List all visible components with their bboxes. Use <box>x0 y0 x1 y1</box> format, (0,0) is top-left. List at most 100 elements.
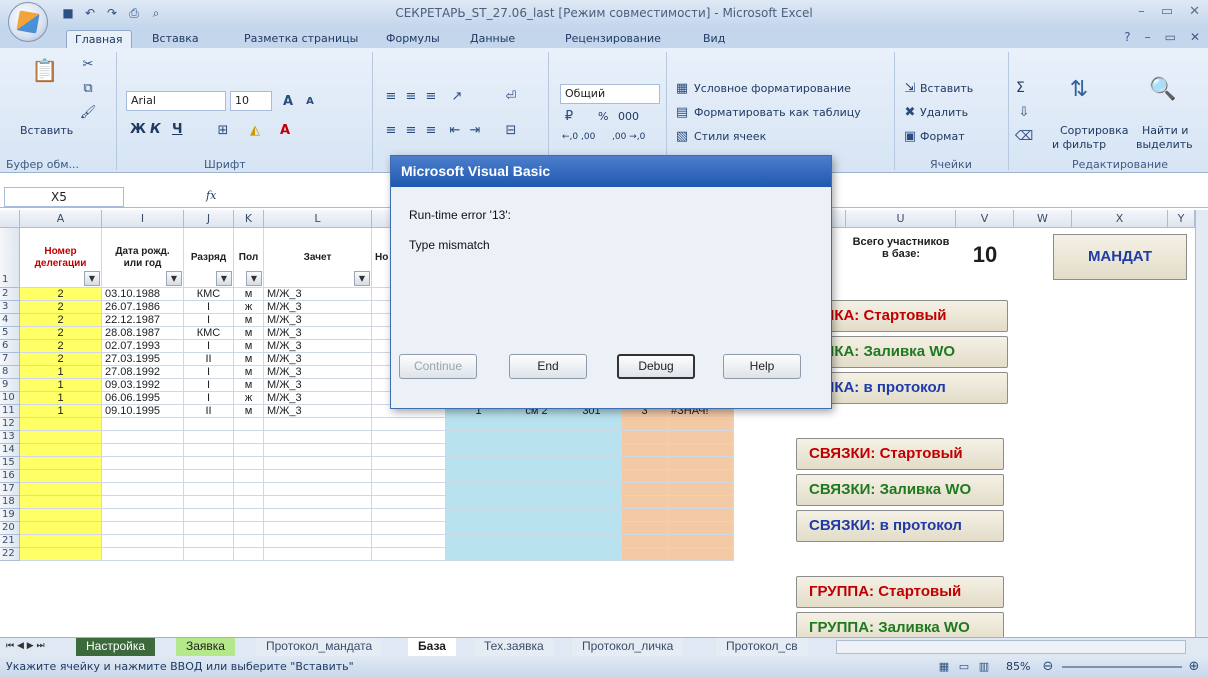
table-cell[interactable] <box>446 496 512 509</box>
table-cell[interactable] <box>184 548 234 561</box>
table-cell[interactable]: М/Ж_3 <box>264 301 372 314</box>
table-cell[interactable]: КМС <box>184 327 234 340</box>
table-cell[interactable] <box>562 457 622 470</box>
row-header[interactable]: 7 <box>0 353 20 366</box>
table-cell[interactable]: 2 <box>20 327 102 340</box>
zoom-in-icon[interactable]: ⊕ <box>1186 659 1202 674</box>
column-header[interactable]: W <box>1014 210 1072 228</box>
find-button[interactable]: Найти и <box>1142 124 1188 137</box>
row-header[interactable]: 14 <box>0 444 20 457</box>
font-size-combo[interactable]: 10 <box>230 91 272 111</box>
table-cell[interactable] <box>264 457 372 470</box>
format-cells-icon[interactable]: ▣ <box>902 128 918 144</box>
table-cell[interactable] <box>20 496 102 509</box>
table-cell[interactable] <box>512 483 562 496</box>
table-cell[interactable] <box>622 548 668 561</box>
table-cell[interactable] <box>668 509 734 522</box>
table-cell[interactable]: 1 <box>20 405 102 418</box>
table-cell[interactable]: 09.10.1995 <box>102 405 184 418</box>
help-button[interactable]: Help <box>723 354 801 379</box>
table-cell[interactable] <box>184 483 234 496</box>
indent-decrease-icon[interactable]: ⇤ <box>446 122 464 138</box>
sheet-tab-personal-protocol[interactable]: Протокол_личка <box>572 638 684 656</box>
table-cell[interactable]: 2 <box>20 314 102 327</box>
table-cell[interactable] <box>446 444 512 457</box>
filter-dropdown-icon[interactable]: ▼ <box>354 271 370 286</box>
row-header[interactable]: 3 <box>0 301 20 314</box>
table-cell[interactable] <box>512 418 562 431</box>
mandat-button[interactable]: МАНДАТ <box>1053 234 1187 280</box>
table-cell[interactable] <box>562 418 622 431</box>
table-cell[interactable] <box>102 548 184 561</box>
currency-icon[interactable]: ₽ <box>560 108 578 124</box>
table-cell[interactable]: II <box>184 405 234 418</box>
table-cell[interactable]: м <box>234 314 264 327</box>
table-cell[interactable] <box>264 444 372 457</box>
row-header[interactable]: 17 <box>0 483 20 496</box>
zoom-out-icon[interactable]: ⊖ <box>1040 659 1056 674</box>
table-cell[interactable] <box>446 457 512 470</box>
table-cell[interactable] <box>234 457 264 470</box>
row-header[interactable]: 2 <box>0 288 20 301</box>
table-cell[interactable] <box>446 431 512 444</box>
align-top-icon[interactable]: ≡ <box>382 88 400 104</box>
table-cell[interactable] <box>20 483 102 496</box>
tab-home[interactable]: Главная <box>66 30 132 48</box>
end-button[interactable]: End <box>509 354 587 379</box>
filter-dropdown-icon[interactable]: ▼ <box>166 271 182 286</box>
zoom-slider[interactable] <box>1062 666 1182 668</box>
table-cell[interactable]: м <box>234 379 264 392</box>
table-cell[interactable]: КМС <box>184 288 234 301</box>
table-cell[interactable] <box>372 470 446 483</box>
table-cell[interactable]: 03.10.1988 <box>102 288 184 301</box>
fill-icon[interactable]: ⇩ <box>1016 104 1032 120</box>
align-left-icon[interactable]: ≡ <box>382 122 400 138</box>
column-header[interactable]: X <box>1072 210 1168 228</box>
format-table-button[interactable]: Форматировать как таблицу <box>694 106 861 119</box>
table-cell[interactable] <box>668 496 734 509</box>
autosum-button[interactable]: Σ <box>1016 80 1025 96</box>
table-cell[interactable] <box>234 496 264 509</box>
row-header[interactable]: 11 <box>0 405 20 418</box>
conditional-format-button[interactable]: Условное форматирование <box>694 82 851 95</box>
table-cell[interactable] <box>184 444 234 457</box>
table-cell[interactable] <box>264 535 372 548</box>
table-cell[interactable] <box>372 522 446 535</box>
table-cell[interactable] <box>20 470 102 483</box>
table-cell[interactable] <box>562 496 622 509</box>
macro-button[interactable]: ГРУППА: Стартовый <box>796 576 1004 608</box>
table-cell[interactable] <box>20 509 102 522</box>
sort-filter-icon[interactable]: ⇅ <box>1064 74 1094 104</box>
format-table-icon[interactable]: ▤ <box>674 104 690 120</box>
table-cell[interactable]: 2 <box>20 301 102 314</box>
italic-button[interactable]: К <box>150 122 161 137</box>
table-cell[interactable]: 1 <box>20 379 102 392</box>
table-cell[interactable] <box>372 431 446 444</box>
table-cell[interactable] <box>562 444 622 457</box>
table-cell[interactable] <box>622 535 668 548</box>
table-cell[interactable]: I <box>184 340 234 353</box>
sheet-tab-settings[interactable]: Настройка <box>76 638 156 656</box>
table-cell[interactable]: 26.07.1986 <box>102 301 184 314</box>
table-cell[interactable] <box>622 444 668 457</box>
row-header[interactable]: 1 <box>0 228 20 288</box>
table-cell[interactable] <box>446 470 512 483</box>
percent-button[interactable]: % <box>598 110 608 123</box>
name-box[interactable]: X5 <box>4 187 124 207</box>
table-cell[interactable]: М/Ж_3 <box>264 366 372 379</box>
table-cell[interactable] <box>372 457 446 470</box>
orientation-icon[interactable]: ↗ <box>446 88 468 104</box>
table-cell[interactable]: 28.08.1987 <box>102 327 184 340</box>
filter-dropdown-icon[interactable]: ▼ <box>216 271 232 286</box>
tab-page-layout[interactable]: Разметка страницы <box>236 30 366 48</box>
tab-insert[interactable]: Вставка <box>144 30 207 48</box>
table-cell[interactable] <box>446 509 512 522</box>
table-cell[interactable] <box>562 548 622 561</box>
table-cell[interactable] <box>446 483 512 496</box>
filter-dropdown-icon[interactable]: ▼ <box>246 271 262 286</box>
table-cell[interactable] <box>184 496 234 509</box>
ribbon-restore-icon[interactable]: ▭ <box>1165 30 1176 44</box>
binoculars-icon[interactable]: 🔍 <box>1148 74 1178 104</box>
column-header[interactable]: K <box>234 210 264 228</box>
table-cell[interactable] <box>264 431 372 444</box>
